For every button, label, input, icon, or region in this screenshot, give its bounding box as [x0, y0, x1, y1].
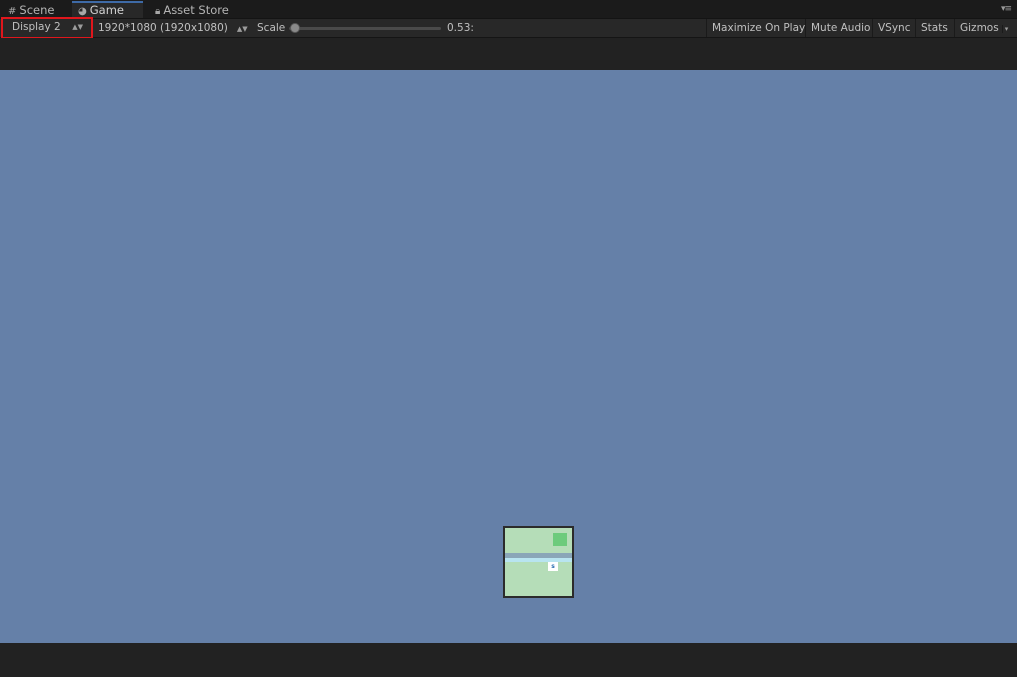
- maximize-on-play-button[interactable]: Maximize On Play: [706, 19, 810, 37]
- tab-scene[interactable]: # Scene: [2, 2, 60, 18]
- scale-value: 0.53:: [447, 22, 474, 34]
- tab-bar: # Scene ◕ Game 🔒︎ Asset Store ▾≡: [0, 0, 1017, 19]
- viewport-letterbox-top: [0, 38, 1017, 70]
- tab-game[interactable]: ◕ Game: [72, 1, 143, 18]
- mute-audio-button[interactable]: Mute Audio: [805, 19, 875, 37]
- game-view[interactable]: s: [0, 70, 1017, 643]
- goal-square: [553, 533, 567, 546]
- platform: [505, 558, 572, 562]
- scale-label: Scale: [257, 22, 286, 34]
- display-dropdown[interactable]: Display 2 ▲▼: [1, 17, 93, 39]
- lock-icon: 🔒︎: [155, 6, 161, 17]
- viewport-letterbox-bottom: [0, 643, 1017, 677]
- vsync-button[interactable]: VSync: [872, 19, 916, 37]
- updown-arrows-icon: ▲▼: [236, 25, 248, 33]
- level-room: s: [503, 526, 574, 598]
- scale-slider[interactable]: [289, 23, 441, 33]
- game-toolbar: Display 2 ▲▼ 1920*1080 (1920x1080) ▲▼ Sca…: [0, 17, 1017, 39]
- panel-menu-icon[interactable]: ▾≡: [1001, 4, 1012, 14]
- tab-asset-store[interactable]: 🔒︎ Asset Store: [149, 2, 235, 18]
- gizmos-button[interactable]: Gizmos ▾: [954, 19, 1013, 37]
- updown-arrows-icon: ▲▼: [72, 23, 83, 31]
- chevron-down-icon[interactable]: ▾: [1001, 25, 1009, 33]
- unity-editor-window: # Scene ◕ Game 🔒︎ Asset Store ▾≡ Display 2 …: [0, 0, 1017, 677]
- scale-slider-thumb[interactable]: [290, 23, 300, 33]
- resolution-dropdown[interactable]: 1920*1080 (1920x1080) ▲▼: [98, 19, 248, 37]
- stats-button[interactable]: Stats: [915, 19, 953, 37]
- player-sprite: s: [548, 562, 558, 571]
